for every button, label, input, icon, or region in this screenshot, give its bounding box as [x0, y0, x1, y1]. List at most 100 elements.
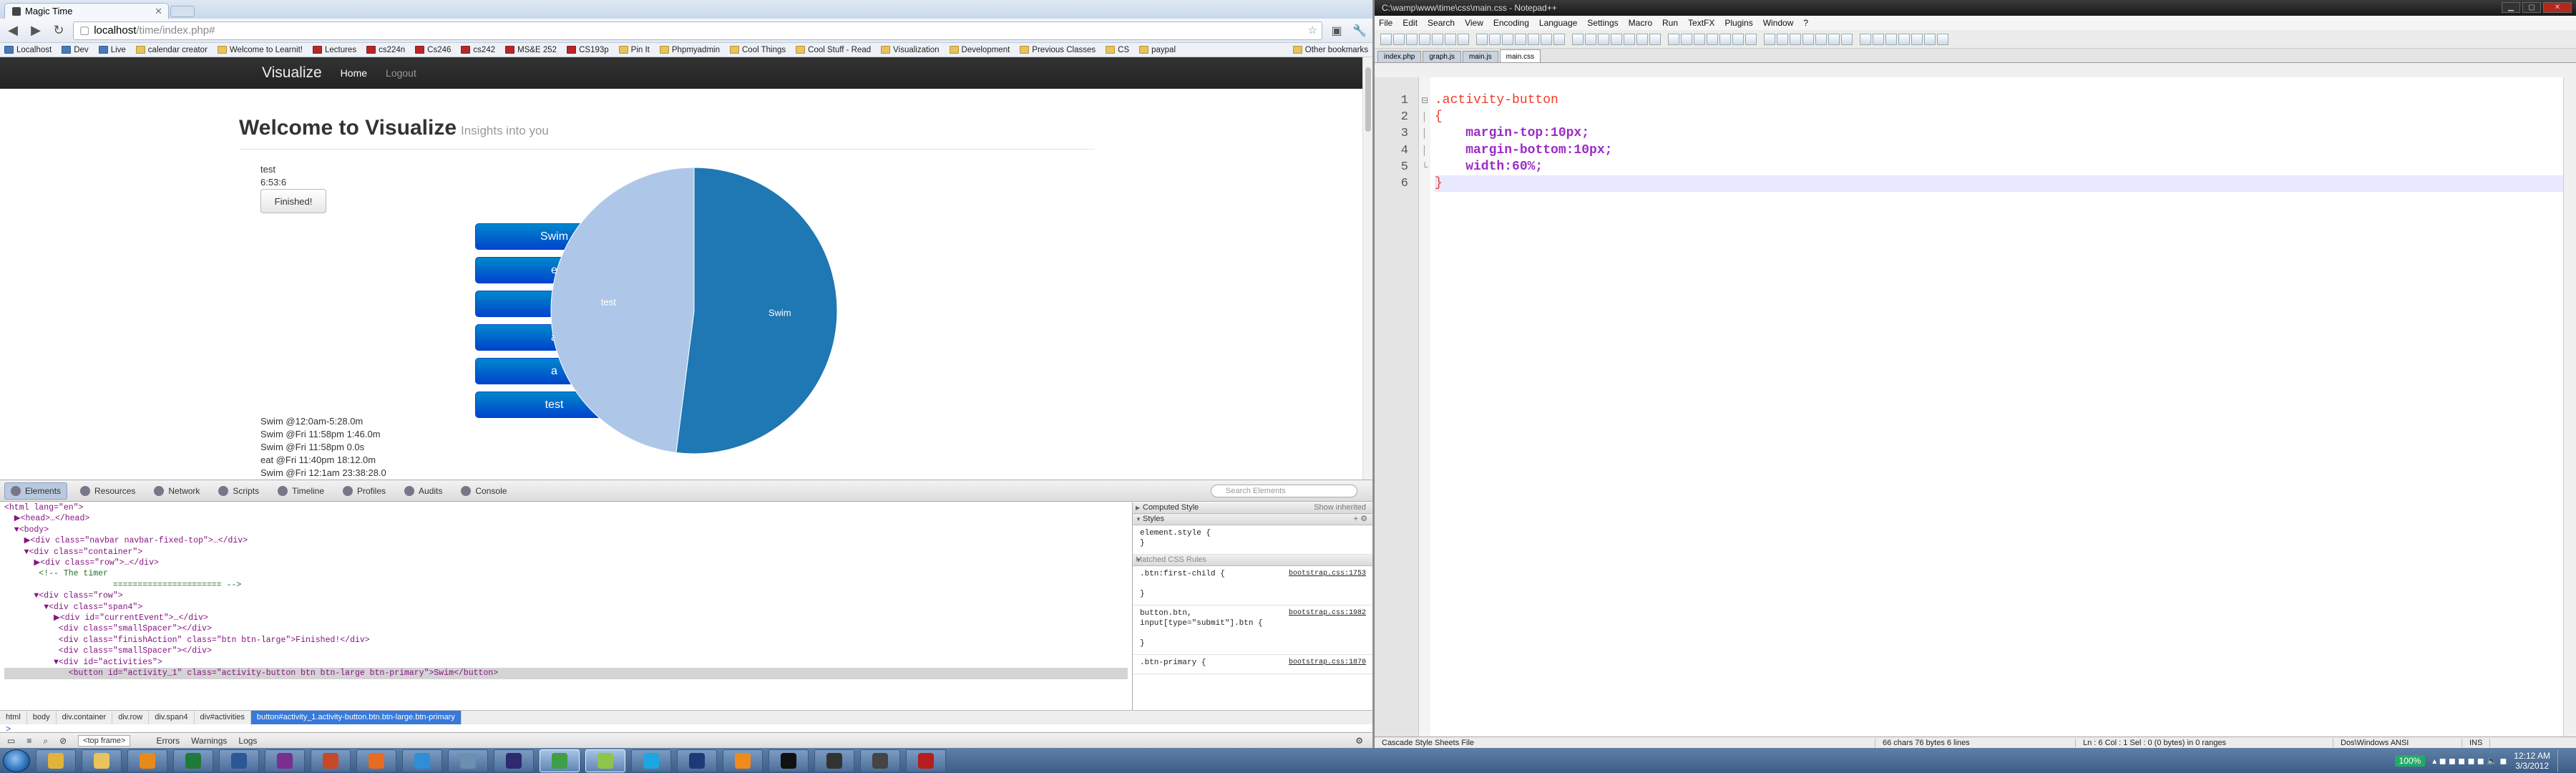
dom-line[interactable]: <div class="finishAction" class="btn btn…	[4, 635, 1132, 646]
bookmark-item[interactable]: CS	[1106, 46, 1129, 54]
toolbar-button-icon[interactable]	[1624, 33, 1635, 45]
rule-source-link[interactable]: bootstrap.css:1870	[1289, 658, 1366, 668]
toolbar-button-icon[interactable]	[1528, 33, 1539, 45]
toolbar-button-icon[interactable]	[1668, 33, 1679, 45]
toolbar-button-icon[interactable]	[1515, 33, 1526, 45]
css-rule[interactable]: .btn:first-child {bootstrap.css:1753 }	[1133, 566, 1372, 606]
dom-line[interactable]: ▶<div class="row">…</div>	[4, 558, 1132, 568]
devtools-tab-timeline[interactable]: Timeline	[272, 482, 330, 500]
toolbar-button-icon[interactable]	[1860, 33, 1871, 45]
devtools-tab-audits[interactable]: Audits	[399, 482, 448, 500]
scroll-thumb[interactable]	[1365, 67, 1371, 132]
other-bookmarks[interactable]: Other bookmarks	[1292, 46, 1368, 54]
finished-button[interactable]: Finished!	[260, 189, 326, 213]
fold-toggle-icon[interactable]: ⊟	[1419, 92, 1430, 109]
toolbar-button-icon[interactable]	[1707, 33, 1718, 45]
breadcrumb-item[interactable]: div.container	[57, 711, 113, 724]
toolbar-button-icon[interactable]	[1681, 33, 1692, 45]
taskbar-media[interactable]	[127, 749, 167, 772]
console-toggle-icon[interactable]: ≡	[26, 736, 31, 746]
start-button[interactable]	[3, 749, 30, 772]
taskbar-notepadpp[interactable]	[585, 749, 625, 772]
toolbar-button-icon[interactable]	[1572, 33, 1584, 45]
dom-line[interactable]: ====================== -->	[4, 580, 1132, 590]
menu-item-0[interactable]: File	[1379, 18, 1392, 28]
toolbar-button-icon[interactable]	[1476, 33, 1488, 45]
taskbar-vlc[interactable]	[723, 749, 763, 772]
devtools-tab-profiles[interactable]: Profiles	[337, 482, 391, 500]
css-rule[interactable]: .btn-primary {bootstrap.css:1870	[1133, 655, 1372, 674]
page-scrollbar[interactable]	[1362, 57, 1372, 480]
toolbar-button-icon[interactable]	[1719, 33, 1731, 45]
clear-icon[interactable]: ⊘	[59, 736, 67, 746]
close-icon[interactable]: ✕	[2543, 2, 2572, 13]
dom-line[interactable]: ▶<div id="currentEvent">…</div>	[4, 613, 1132, 623]
taskbar-excel[interactable]	[173, 749, 213, 772]
devtools-tab-resources[interactable]: Resources	[74, 482, 141, 500]
toolbar-button-icon[interactable]	[1924, 33, 1936, 45]
toolbar-button-icon[interactable]	[1911, 33, 1923, 45]
devtools-search-input[interactable]: Search Elements	[1211, 484, 1357, 497]
forward-icon[interactable]: ▶	[27, 22, 44, 39]
bookmark-item[interactable]: Cs246	[415, 46, 451, 54]
bookmark-item[interactable]: CS193p	[567, 46, 609, 54]
breadcrumb-item[interactable]: body	[27, 711, 57, 724]
taskbar-skype[interactable]	[631, 749, 671, 772]
taskbar-cmd[interactable]	[769, 749, 809, 772]
taskbar-firefox[interactable]	[356, 749, 396, 772]
toolbar-button-icon[interactable]	[1815, 33, 1827, 45]
computed-style-header[interactable]: Computed Style Show inherited	[1133, 502, 1372, 514]
maximize-icon[interactable]: ▢	[2522, 2, 2541, 13]
toolbar-button-icon[interactable]	[1636, 33, 1648, 45]
toolbar-button-icon[interactable]	[1553, 33, 1565, 45]
toolbar-button-icon[interactable]	[1502, 33, 1513, 45]
dom-line[interactable]: ▶<head>…</head>	[4, 513, 1132, 524]
taskbar-explorer[interactable]	[36, 749, 76, 772]
taskbar-filezilla[interactable]	[906, 749, 946, 772]
toolbar-button-icon[interactable]	[1732, 33, 1744, 45]
menu-item-10[interactable]: Plugins	[1724, 18, 1752, 28]
toolbar-button-icon[interactable]	[1885, 33, 1897, 45]
menu-item-9[interactable]: TextFX	[1688, 18, 1714, 28]
file-tab[interactable]: main.js	[1462, 51, 1498, 62]
console-filter-errors[interactable]: Errors	[156, 736, 180, 746]
taskbar-ie[interactable]	[402, 749, 442, 772]
star-icon[interactable]: ☆	[1308, 22, 1317, 39]
bookmark-item[interactable]: MS&E 252	[505, 46, 557, 54]
toolbar-button-icon[interactable]	[1445, 33, 1456, 45]
taskbar-chrome[interactable]	[540, 749, 580, 772]
toolbar-button-icon[interactable]	[1745, 33, 1757, 45]
settings-gear-icon[interactable]: ⚙	[1355, 736, 1363, 746]
toolbar-button-icon[interactable]	[1777, 33, 1788, 45]
frame-select[interactable]: <top frame>	[78, 735, 131, 747]
menu-item-2[interactable]: Search	[1428, 18, 1455, 28]
rule-source-link[interactable]: bootstrap.css:1982	[1289, 608, 1366, 618]
menu-item-6[interactable]: Settings	[1587, 18, 1618, 28]
devtools-tab-network[interactable]: Network	[148, 482, 205, 500]
taskbar-onenote[interactable]	[265, 749, 305, 772]
toolbar-button-icon[interactable]	[1873, 33, 1884, 45]
show-inherited-label[interactable]: Show inherited	[1314, 502, 1366, 513]
clock[interactable]: 12:12 AM 3/3/2012	[2514, 751, 2550, 771]
taskbar-music[interactable]	[814, 749, 854, 772]
toolbar-button-icon[interactable]	[1458, 33, 1469, 45]
toolbar-button-icon[interactable]	[1898, 33, 1910, 45]
wrench-icon[interactable]: 🔧	[1351, 22, 1368, 39]
dom-line[interactable]: <div class="smallSpacer"></div>	[4, 623, 1132, 634]
back-icon[interactable]: ◀	[4, 22, 21, 39]
toolbar-button-icon[interactable]	[1828, 33, 1840, 45]
taskbar-folder[interactable]	[82, 749, 122, 772]
toolbar-button-icon[interactable]	[1764, 33, 1775, 45]
toolbar-button-icon[interactable]	[1393, 33, 1405, 45]
breadcrumb-item[interactable]: html	[0, 711, 27, 724]
bookmark-item[interactable]: Previous Classes	[1020, 46, 1096, 54]
taskbar-photoshop[interactable]	[677, 749, 717, 772]
styles-header[interactable]: Styles + ⚙	[1133, 514, 1372, 525]
minimize-icon[interactable]: ▁	[2502, 2, 2520, 13]
bookmark-item[interactable]: calendar creator	[135, 46, 208, 54]
tray-icons[interactable]: ▴ ◼ ◼ ◼ ◼ ◼ 🔈 ◼	[2432, 756, 2507, 766]
bookmark-item[interactable]: Live	[98, 46, 126, 54]
menu-item-4[interactable]: Encoding	[1493, 18, 1529, 28]
breadcrumb-item[interactable]: div.row	[112, 711, 150, 724]
dom-line[interactable]: ▼<div class="container">	[4, 547, 1132, 558]
